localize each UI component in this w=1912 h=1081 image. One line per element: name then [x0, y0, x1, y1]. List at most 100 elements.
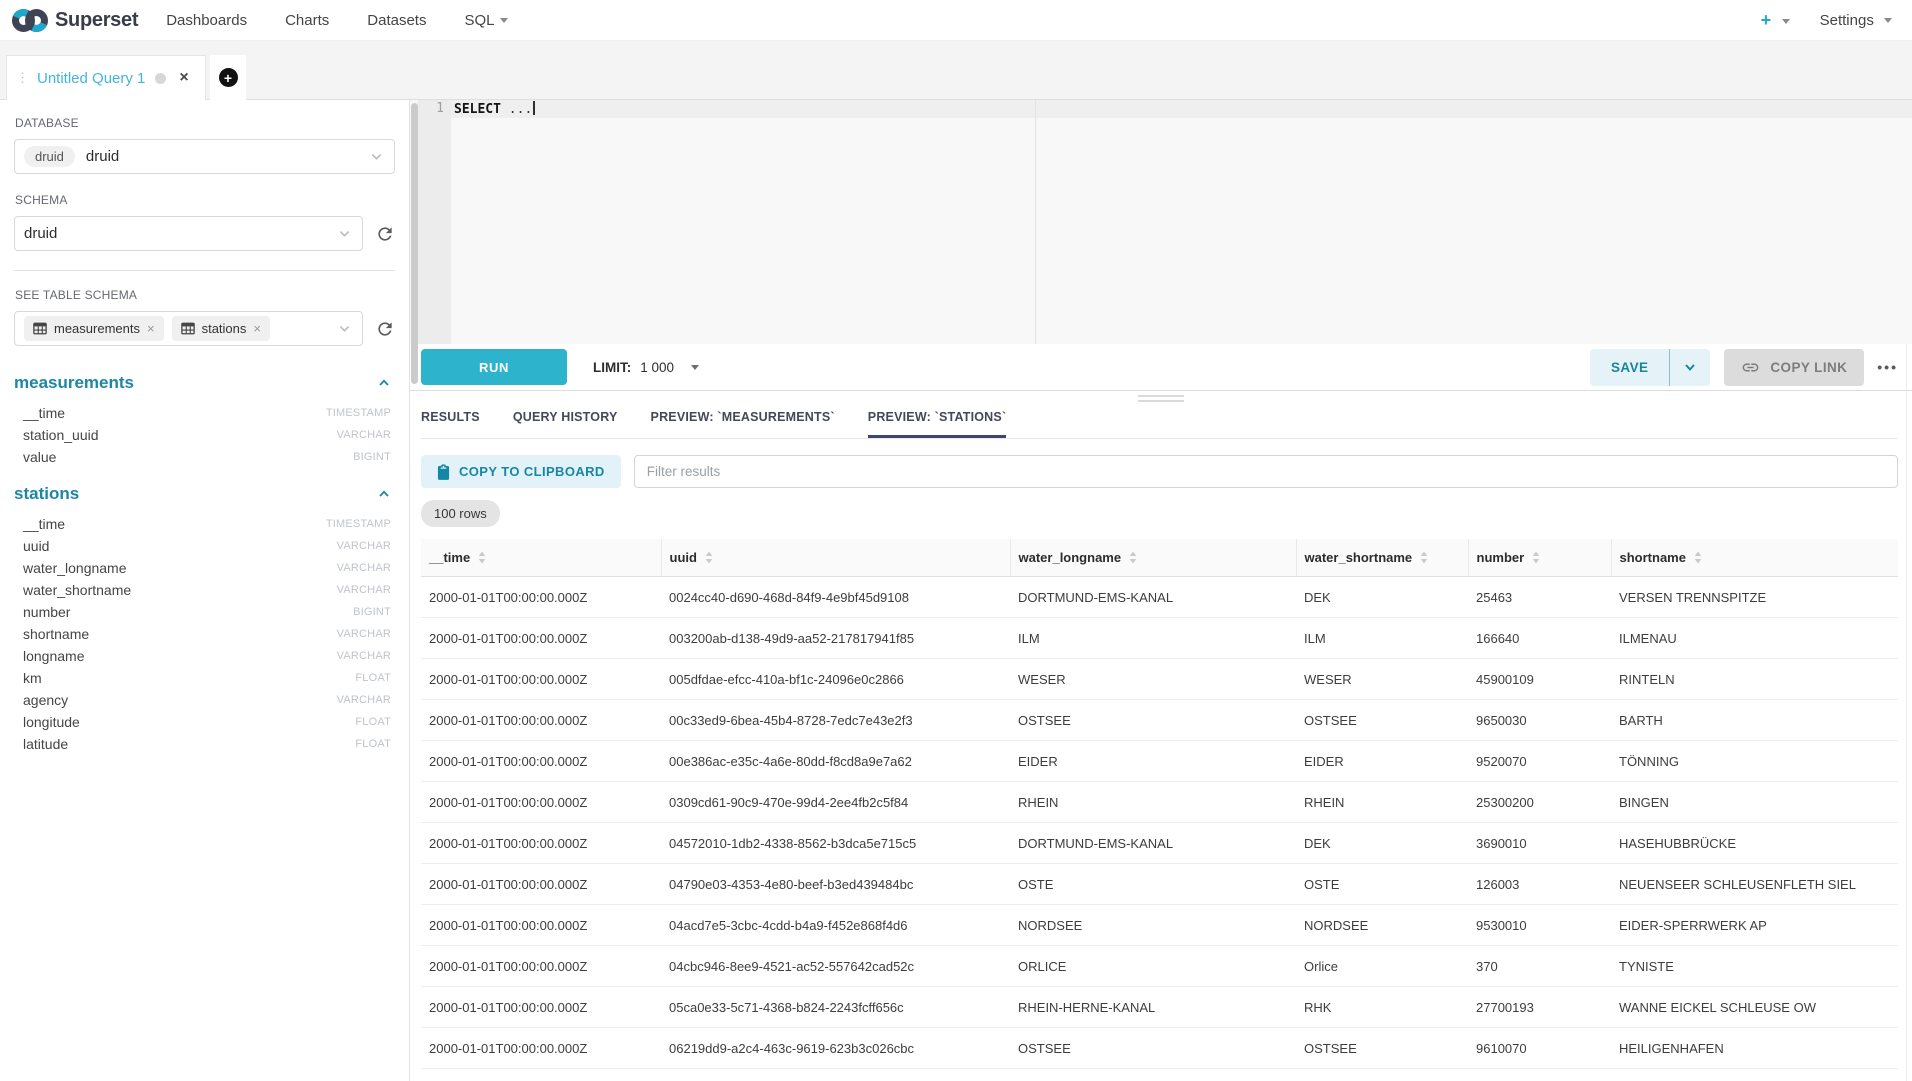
table-cell: 2000-01-01T00:00:00.000Z	[421, 618, 661, 659]
more-options-button[interactable]: •••	[1877, 359, 1898, 375]
schema-select[interactable]: druid	[14, 216, 363, 251]
column-header-water_longname[interactable]: water_longname	[1010, 539, 1296, 577]
column-header-label: shortname	[1620, 550, 1686, 565]
column-header-label: water_longname	[1019, 550, 1122, 565]
caret-down-icon	[1884, 18, 1892, 23]
chevron-down-icon[interactable]	[1670, 360, 1710, 374]
table-chip-stations[interactable]: stations×	[172, 316, 270, 341]
table-icon	[33, 322, 47, 335]
table-cell: 25463	[1468, 577, 1611, 618]
results-pane: RESULTS QUERY HISTORY PREVIEW: `MEASUREMEN…	[410, 391, 1912, 1081]
table-chip-measurements[interactable]: measurements ×	[24, 316, 164, 341]
nav-item-dashboards[interactable]: Dashboards	[160, 8, 253, 33]
column-header-number[interactable]: number	[1468, 539, 1611, 577]
refresh-schema-icon[interactable]	[375, 224, 395, 244]
result-tab-4[interactable]: PREVIEW: `STATIONS`	[868, 410, 1007, 438]
database-select[interactable]: druid druid	[14, 139, 395, 174]
sql-editor[interactable]: 1 SELECT ...	[410, 100, 1912, 344]
sort-icon	[1129, 551, 1137, 564]
table-cell: 27700193	[1468, 987, 1611, 1028]
table-cell: 2000-01-01T00:00:00.000Z	[421, 577, 661, 618]
table-select[interactable]: measurements×stations×	[14, 311, 363, 346]
table-cell: EIDER	[1296, 741, 1468, 782]
database-type-chip: druid	[24, 146, 75, 167]
table-cell: WANNE EICKEL SCHLEUSE OW	[1611, 987, 1898, 1028]
close-tab-icon[interactable]: ×	[179, 70, 188, 86]
plus-icon: +	[1761, 10, 1772, 30]
settings-menu[interactable]: Settings	[1820, 12, 1892, 29]
table-cell: 04acd7e5-3cbc-4cdd-b4a9-f452e868f4d6	[661, 905, 1010, 946]
table-cell: ILMENAU	[1611, 618, 1898, 659]
table-row: 2000-01-01T00:00:00.000Z05ca0e33-5c71-43…	[421, 987, 1898, 1028]
chevron-up-icon[interactable]	[377, 487, 391, 501]
table-cell: 2000-01-01T00:00:00.000Z	[421, 700, 661, 741]
table-cell: 166640	[1468, 618, 1611, 659]
table-cell: BARTH	[1611, 700, 1898, 741]
sidebar-scrollbar[interactable]	[411, 103, 418, 384]
copy-link-button[interactable]: COPY LINK	[1724, 349, 1864, 386]
copy-to-clipboard-label: COPY TO CLIPBOARD	[459, 464, 605, 479]
remove-table-icon[interactable]: ×	[147, 322, 155, 335]
column-header-uuid[interactable]: uuid	[661, 539, 1010, 577]
column-type: VARCHAR	[337, 584, 391, 596]
table-cell: WESER	[1296, 659, 1468, 700]
table-cell: 2000-01-01T00:00:00.000Z	[421, 946, 661, 987]
column-name: uuid	[23, 538, 49, 554]
table-cell: DEK	[1296, 823, 1468, 864]
limit-control[interactable]: LIMIT: 1 000	[593, 360, 699, 375]
column-row: agencyVARCHAR	[23, 689, 391, 711]
column-row: water_shortnameVARCHAR	[23, 579, 391, 601]
table-row: 2000-01-01T00:00:00.000Z04572010-1db2-43…	[421, 823, 1898, 864]
table-cell: TÖNNING	[1611, 741, 1898, 782]
nav-item-charts[interactable]: Charts	[279, 8, 335, 33]
copy-to-clipboard-button[interactable]: COPY TO CLIPBOARD	[421, 455, 621, 488]
table-schema-header: stations	[14, 484, 395, 504]
table-cell: 9610070	[1468, 1028, 1611, 1069]
remove-table-icon[interactable]: ×	[253, 322, 261, 335]
sort-icon	[1420, 551, 1428, 564]
result-tab-3[interactable]: PREVIEW: `MEASUREMENTS`	[651, 410, 835, 438]
results-toolbar: COPY TO CLIPBOARD	[421, 455, 1898, 488]
column-header-__time[interactable]: __time	[421, 539, 661, 577]
nav-item-sql[interactable]: SQL	[458, 8, 514, 33]
table-cell: DORTMUND-EMS-KANAL	[1010, 823, 1296, 864]
table-cell: OSTSEE	[1010, 1028, 1296, 1069]
run-button[interactable]: RUN	[421, 349, 567, 385]
refresh-tables-icon[interactable]	[375, 319, 395, 339]
table-cell: ILM	[1296, 618, 1468, 659]
table-cell: WESER	[1010, 659, 1296, 700]
drag-handle-icon[interactable]: ⋮	[16, 70, 28, 86]
column-name: longname	[23, 648, 85, 664]
new-menu-button[interactable]: +	[1761, 10, 1790, 31]
column-header-water_shortname[interactable]: water_shortname	[1296, 539, 1468, 577]
column-row: kmFLOAT	[23, 667, 391, 689]
superset-logo[interactable]: Superset	[10, 7, 138, 34]
column-header-label: water_shortname	[1305, 550, 1413, 565]
chevron-down-icon	[338, 322, 351, 335]
schema-value: druid	[24, 225, 57, 242]
pane-resize-handle[interactable]	[1138, 395, 1184, 405]
table-icon	[181, 322, 195, 335]
filter-results-input[interactable]	[634, 455, 1898, 488]
table-chip-label: measurements	[54, 321, 140, 336]
chevron-up-icon[interactable]	[377, 376, 391, 390]
column-name: shortname	[23, 626, 89, 642]
table-cell: ILM	[1010, 618, 1296, 659]
column-name: __time	[23, 516, 65, 532]
table-cell: NORDSEE	[1010, 905, 1296, 946]
column-type: TIMESTAMP	[326, 407, 391, 419]
column-header-shortname[interactable]: shortname	[1611, 539, 1898, 577]
table-cell: 2000-01-01T00:00:00.000Z	[421, 659, 661, 700]
new-tab-button[interactable]: +	[210, 55, 246, 100]
table-cell: 2000-01-01T00:00:00.000Z	[421, 782, 661, 823]
result-tab-1[interactable]: RESULTS	[421, 410, 480, 438]
save-button[interactable]: SAVE	[1590, 349, 1710, 386]
query-tab[interactable]: ⋮ Untitled Query 1 ×	[6, 55, 206, 100]
column-type: FLOAT	[355, 716, 391, 728]
table-cell: TYNISTE	[1611, 946, 1898, 987]
query-status-dot	[155, 73, 166, 84]
database-value: druid	[86, 148, 119, 165]
result-tab-2[interactable]: QUERY HISTORY	[513, 410, 618, 438]
table-cell: 2000-01-01T00:00:00.000Z	[421, 864, 661, 905]
nav-item-datasets[interactable]: Datasets	[361, 8, 432, 33]
